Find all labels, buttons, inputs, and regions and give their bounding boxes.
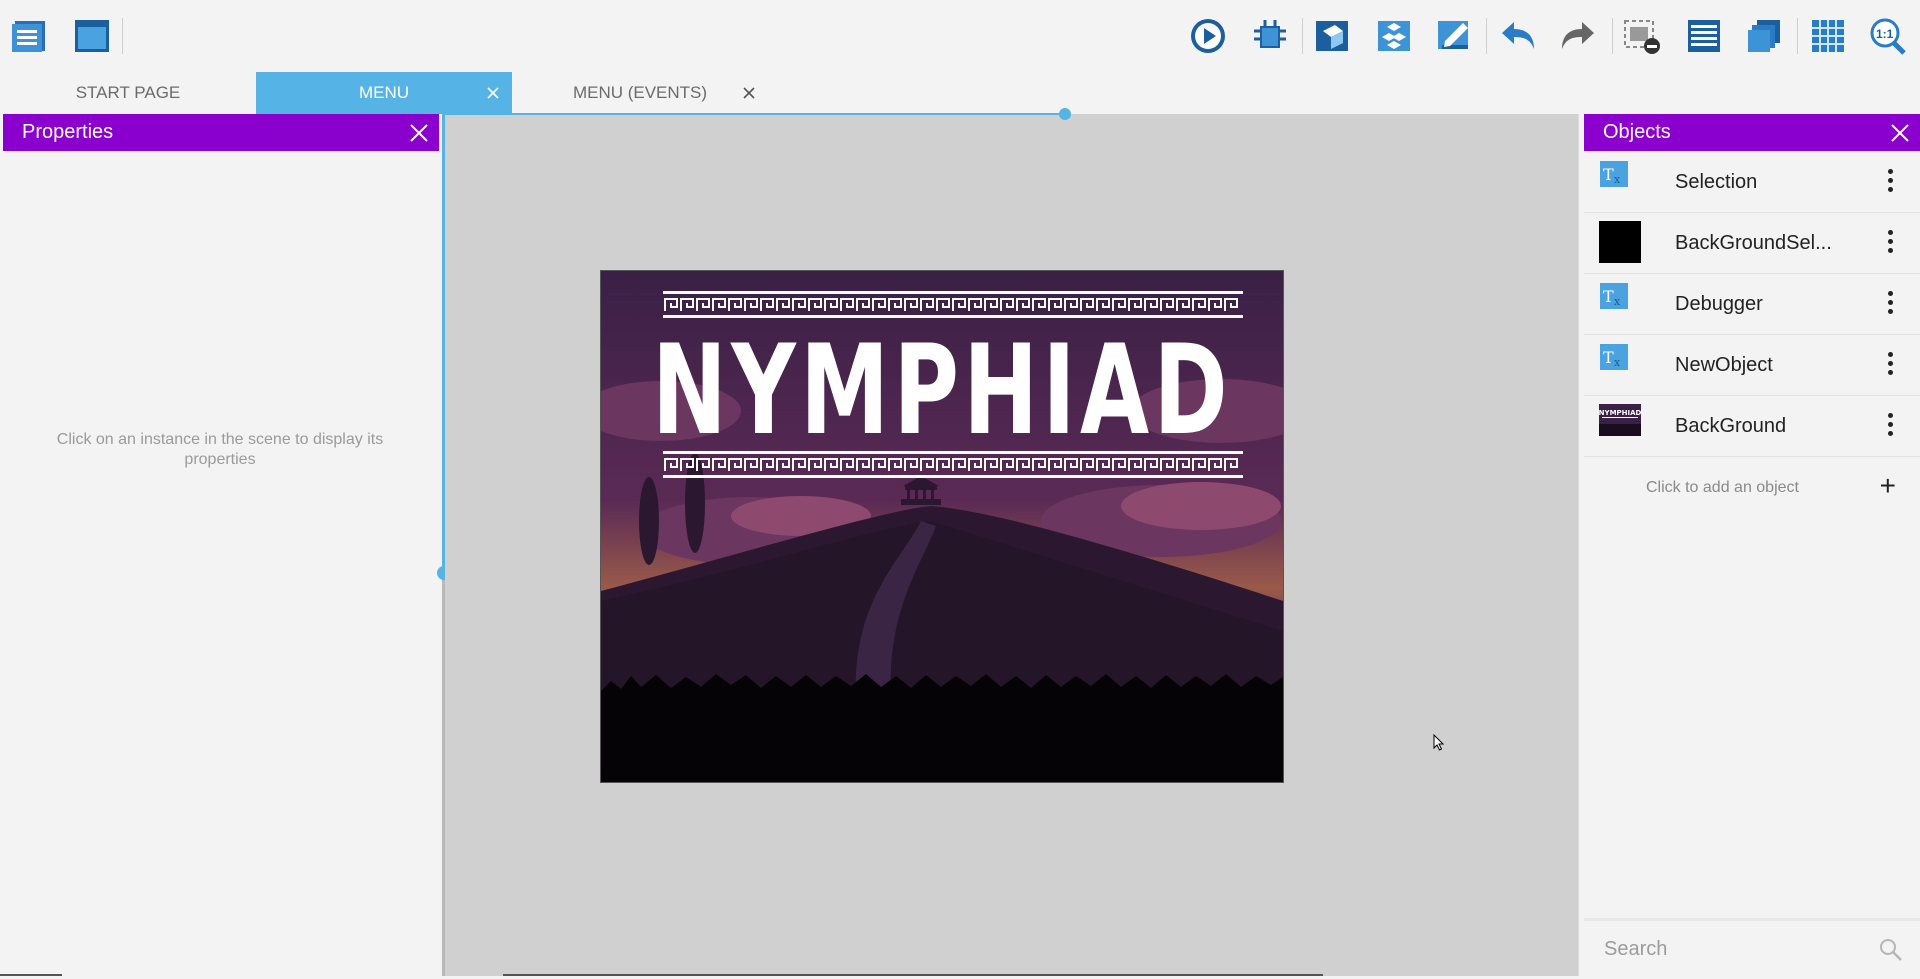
properties-title: Properties xyxy=(22,121,114,143)
object-name: NewObject xyxy=(1675,354,1773,376)
properties-header: Properties xyxy=(3,114,439,151)
toolbar-separator xyxy=(122,18,123,54)
svg-text:T: T xyxy=(1603,287,1614,306)
nymphiad-sprite-icon: NYMPHIAD xyxy=(1599,404,1642,446)
object-editor-icon[interactable] xyxy=(1310,14,1354,58)
grid-icon[interactable] xyxy=(1806,14,1850,58)
tab-menu[interactable]: MENU xyxy=(256,72,512,114)
debugger-bug-icon[interactable] xyxy=(1248,14,1292,58)
svg-text:1:1: 1:1 xyxy=(1876,27,1894,41)
toolbar-separator xyxy=(1302,18,1303,54)
toolbar-separator xyxy=(1486,18,1487,54)
properties-edit-icon[interactable] xyxy=(1432,14,1476,58)
object-name: Selection xyxy=(1675,171,1758,193)
game-title-text: NYMPHIAD xyxy=(652,319,1232,463)
zoom-reset-icon[interactable]: 1:1 xyxy=(1866,14,1910,58)
object-item-selection[interactable]: Tx Selection xyxy=(1584,152,1920,213)
text-object-icon: Tx xyxy=(1599,160,1641,202)
add-object-label: Click to add an object xyxy=(1646,479,1799,496)
object-groups-icon[interactable] xyxy=(1372,14,1416,58)
remove-selection-icon[interactable] xyxy=(1620,14,1664,58)
properties-panel xyxy=(0,114,443,976)
nymphiad-background-image: NYMPHIAD xyxy=(601,271,1283,782)
text-object-icon: Tx xyxy=(1599,343,1641,385)
tab-label: MENU xyxy=(358,83,410,102)
instances-list-icon[interactable] xyxy=(1682,14,1726,58)
editor-tabs: START PAGE MENU MENU (EVENTS) xyxy=(0,72,1580,114)
more-menu-icon[interactable] xyxy=(1888,230,1894,254)
more-menu-icon[interactable] xyxy=(1888,413,1894,437)
svg-text:x: x xyxy=(1614,173,1621,186)
scene-top-guide xyxy=(445,113,1065,115)
text-object-icon: Tx xyxy=(1599,282,1641,324)
object-item-background[interactable]: NYMPHIAD BackGround xyxy=(1584,396,1920,457)
objects-header: Objects xyxy=(1584,114,1920,151)
preview-play-icon[interactable] xyxy=(1186,14,1230,58)
main-toolbar: 1:1 xyxy=(0,0,1920,72)
nymphiad-background-instance[interactable]: NYMPHIAD xyxy=(600,270,1284,783)
more-menu-icon[interactable] xyxy=(1888,291,1894,315)
object-name: BackGround xyxy=(1675,415,1787,437)
properties-empty-message: Click on an instance in the scene to dis… xyxy=(56,431,384,468)
object-item-newobject[interactable]: Tx NewObject xyxy=(1584,335,1920,396)
close-icon[interactable] xyxy=(1890,123,1910,143)
guide-handle[interactable] xyxy=(1059,108,1071,120)
svg-text:x: x xyxy=(1614,356,1621,369)
thumb-title-text: NYMPHIAD xyxy=(1599,409,1641,417)
toolbar-separator xyxy=(1612,18,1613,54)
objects-search-bar xyxy=(1584,918,1920,979)
search-icon[interactable] xyxy=(1878,937,1904,963)
more-menu-icon[interactable] xyxy=(1888,169,1894,193)
close-icon[interactable] xyxy=(409,123,429,143)
redo-icon[interactable] xyxy=(1556,14,1600,58)
tab-menu-events[interactable]: MENU (EVENTS) xyxy=(512,72,768,114)
search-input[interactable] xyxy=(1602,935,1866,963)
plus-icon[interactable]: + xyxy=(1880,472,1896,500)
tab-start-page[interactable]: START PAGE xyxy=(0,72,256,114)
mouse-cursor-icon xyxy=(1433,733,1445,752)
more-menu-icon[interactable] xyxy=(1888,352,1894,376)
undo-icon[interactable] xyxy=(1496,14,1540,58)
close-icon[interactable] xyxy=(484,84,502,102)
layers-icon[interactable] xyxy=(1742,14,1786,58)
scene-window-icon[interactable] xyxy=(70,14,114,58)
object-item-backgroundsel[interactable]: BackGroundSel... xyxy=(1584,213,1920,274)
add-object-row[interactable]: Click to add an object + xyxy=(1584,460,1920,520)
black-sprite-icon xyxy=(1599,221,1641,263)
svg-text:T: T xyxy=(1603,348,1614,367)
object-item-debugger[interactable]: Tx Debugger xyxy=(1584,274,1920,335)
svg-text:x: x xyxy=(1614,295,1621,308)
tab-label: MENU (EVENTS) xyxy=(572,83,708,102)
tab-label: START PAGE xyxy=(75,83,181,102)
project-manager-icon[interactable] xyxy=(8,14,52,58)
toolbar-separator xyxy=(1797,18,1798,54)
object-name: Debugger xyxy=(1675,293,1763,315)
close-icon[interactable] xyxy=(740,84,758,102)
svg-text:T: T xyxy=(1603,165,1614,184)
object-name: BackGroundSel... xyxy=(1675,232,1832,254)
objects-title: Objects xyxy=(1603,121,1671,143)
